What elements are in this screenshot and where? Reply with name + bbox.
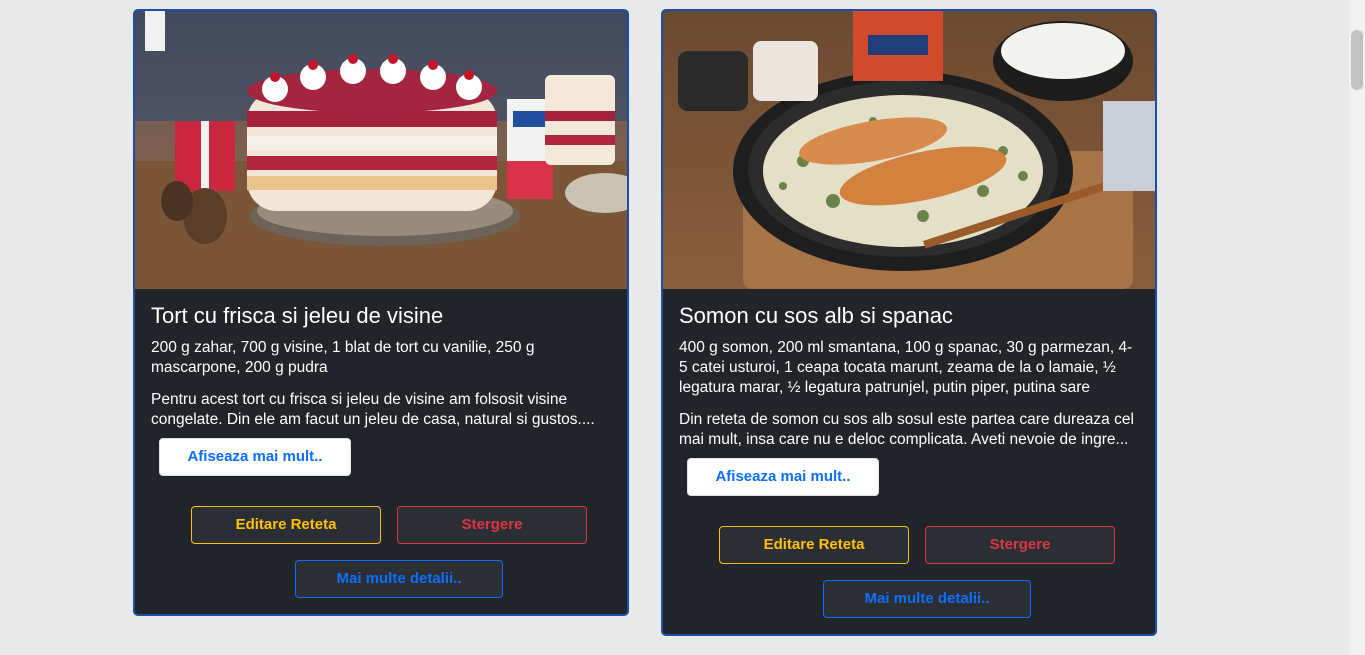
delete-recipe-button[interactable]: Stergere [925, 526, 1115, 564]
recipe-image-cake [135, 11, 627, 289]
recipe-description: Din reteta de somon cu sos alb sosul est… [679, 410, 1139, 496]
page-scrollbar[interactable] [1349, 0, 1365, 655]
recipe-ingredients: 400 g somon, 200 ml smantana, 100 g span… [679, 339, 1133, 396]
recipe-card: Tort cu frisca si jeleu de visine 200 g … [133, 9, 629, 616]
recipe-description-text: Din reteta de somon cu sos alb sosul est… [679, 411, 1134, 448]
edit-recipe-button[interactable]: Editare Reteta [719, 526, 909, 564]
delete-recipe-button[interactable]: Stergere [397, 506, 587, 544]
recipe-ingredients: 200 g zahar, 700 g visine, 1 blat de tor… [151, 339, 535, 376]
recipe-title: Tort cu frisca si jeleu de visine [151, 303, 444, 328]
recipe-title: Somon cu sos alb si spanac [679, 303, 953, 328]
recipe-image-salmon [663, 11, 1155, 289]
more-details-button[interactable]: Mai multe detalii.. [823, 580, 1031, 618]
show-more-button[interactable]: Afiseaza mai mult.. [159, 438, 351, 476]
scrollbar-thumb[interactable] [1351, 30, 1363, 90]
show-more-button[interactable]: Afiseaza mai mult.. [687, 458, 879, 496]
more-details-button[interactable]: Mai multe detalii.. [295, 560, 503, 598]
recipe-card: Somon cu sos alb si spanac 400 g somon, … [661, 9, 1157, 636]
edit-recipe-button[interactable]: Editare Reteta [191, 506, 381, 544]
recipe-description: Pentru acest tort cu frisca si jeleu de … [151, 391, 595, 428]
